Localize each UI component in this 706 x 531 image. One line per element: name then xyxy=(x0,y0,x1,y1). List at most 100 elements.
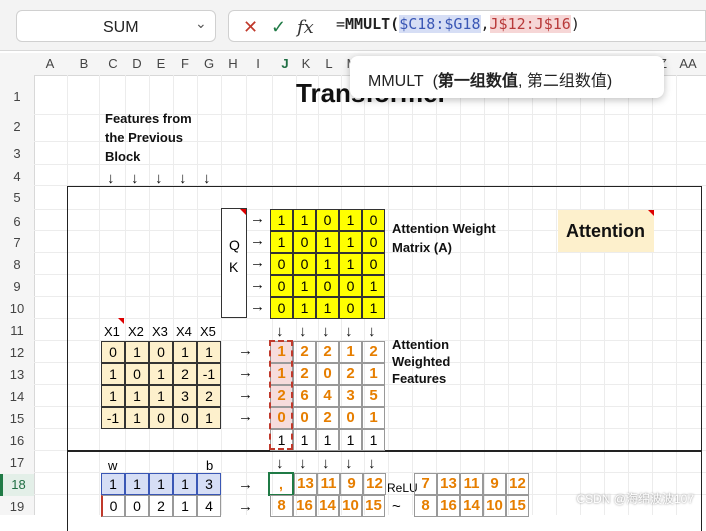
a-matrix-cell[interactable]: 0 xyxy=(270,253,293,275)
r19-left-cell[interactable]: 4 xyxy=(197,495,221,517)
a-matrix-cell[interactable]: 0 xyxy=(362,209,385,231)
ones-row-cell[interactable]: 1 xyxy=(362,429,385,451)
r19-left-cell[interactable]: 0 xyxy=(101,495,125,517)
weighted-matrix-cell[interactable]: 2 xyxy=(316,407,339,429)
a-matrix-cell[interactable]: 0 xyxy=(316,275,339,297)
relu-r18-cell[interactable]: 11 xyxy=(460,473,483,495)
x-matrix-cell[interactable]: 1 xyxy=(101,363,125,385)
a-matrix-cell[interactable]: 0 xyxy=(316,209,339,231)
r18-value-cell[interactable]: 9 xyxy=(340,473,363,495)
weighted-matrix-cell[interactable]: 1 xyxy=(362,363,385,385)
x-matrix-cell[interactable]: 1 xyxy=(197,407,221,429)
a-matrix-cell[interactable]: 0 xyxy=(362,231,385,253)
x-matrix-cell[interactable]: 0 xyxy=(101,341,125,363)
r19-mid-cell[interactable]: 8 xyxy=(270,495,293,517)
weighted-matrix-cell[interactable]: 2 xyxy=(362,341,385,363)
down-arrow: ↓ xyxy=(322,323,330,340)
x-matrix-cell[interactable]: -1 xyxy=(101,407,125,429)
weighted-matrix-cell[interactable]: 0 xyxy=(339,407,362,429)
a-matrix-cell[interactable]: 1 xyxy=(293,297,316,319)
r19-right-cell[interactable]: 8 xyxy=(414,495,437,517)
a-matrix-cell[interactable]: 1 xyxy=(339,231,362,253)
a-matrix-cell[interactable]: 1 xyxy=(316,253,339,275)
r19-right-cell[interactable]: 10 xyxy=(483,495,506,517)
relu-r18-cell[interactable]: 7 xyxy=(414,473,437,495)
x-matrix-cell[interactable]: 3 xyxy=(173,385,197,407)
w-row-cell[interactable]: 1 xyxy=(101,473,125,495)
weighted-matrix-cell[interactable]: 0 xyxy=(316,363,339,385)
r19-mid-cell[interactable]: 15 xyxy=(362,495,385,517)
a-matrix-cell[interactable]: 1 xyxy=(270,231,293,253)
x-matrix-cell[interactable]: 2 xyxy=(173,363,197,385)
a-matrix-cell[interactable]: 0 xyxy=(339,275,362,297)
x-matrix-cell[interactable]: 0 xyxy=(173,407,197,429)
r19-mid-cell[interactable]: 14 xyxy=(316,495,339,517)
r19-left-cell[interactable]: 1 xyxy=(173,495,197,517)
right-arrow: → xyxy=(238,498,253,515)
w-row-cell[interactable]: 1 xyxy=(125,473,149,495)
r18-value-cell[interactable]: 13 xyxy=(294,473,317,495)
a-matrix-cell[interactable]: 0 xyxy=(293,253,316,275)
relu-r18-cell[interactable]: 13 xyxy=(437,473,460,495)
r19-right-cell[interactable]: 16 xyxy=(437,495,460,517)
r19-mid-cell[interactable]: 16 xyxy=(293,495,316,517)
x-matrix-cell[interactable]: 1 xyxy=(149,385,173,407)
weighted-matrix-cell[interactable]: 2 xyxy=(293,341,316,363)
w-row-cell[interactable]: 1 xyxy=(173,473,197,495)
features-label-line: Features from xyxy=(105,111,192,126)
x-matrix-cell[interactable]: 1 xyxy=(197,341,221,363)
a-matrix-cell[interactable]: 1 xyxy=(362,275,385,297)
a-matrix-cell[interactable]: 1 xyxy=(362,297,385,319)
a-matrix-cell[interactable]: 1 xyxy=(293,275,316,297)
w-row-cell[interactable]: 3 xyxy=(197,473,221,495)
a-matrix-cell[interactable]: 0 xyxy=(270,297,293,319)
right-arrow: → xyxy=(250,232,265,249)
weighted-matrix-cell[interactable]: 1 xyxy=(362,407,385,429)
r19-left-cell[interactable]: 2 xyxy=(149,495,173,517)
active-edit-cell[interactable]: , xyxy=(268,472,294,496)
weighted-matrix-cell[interactable]: 1 xyxy=(339,341,362,363)
weighted-matrix-cell[interactable]: 2 xyxy=(293,363,316,385)
ones-row-cell[interactable]: 1 xyxy=(316,429,339,451)
x-matrix-cell[interactable]: 0 xyxy=(149,341,173,363)
r19-left-cell[interactable]: 0 xyxy=(125,495,149,517)
a-matrix-cell[interactable]: 1 xyxy=(316,297,339,319)
x-matrix-cell[interactable]: 1 xyxy=(173,341,197,363)
weighted-matrix-cell[interactable]: 3 xyxy=(339,385,362,407)
x-matrix-cell[interactable]: -1 xyxy=(197,363,221,385)
a-matrix-cell[interactable]: 0 xyxy=(362,253,385,275)
r19-mid-cell[interactable]: 10 xyxy=(339,495,362,517)
a-matrix-cell[interactable]: 0 xyxy=(293,231,316,253)
x-matrix-cell[interactable]: 1 xyxy=(125,341,149,363)
weighted-matrix-cell[interactable]: 2 xyxy=(339,363,362,385)
ones-row-cell[interactable]: 1 xyxy=(339,429,362,451)
w-row-cell[interactable]: 1 xyxy=(149,473,173,495)
a-matrix-cell[interactable]: 0 xyxy=(270,275,293,297)
x-matrix-cell[interactable]: 2 xyxy=(197,385,221,407)
a-matrix-cell[interactable]: 1 xyxy=(339,253,362,275)
r19-right-cell[interactable]: 15 xyxy=(506,495,529,517)
ones-row-cell[interactable]: 1 xyxy=(293,429,316,451)
relu-r18-cell[interactable]: 9 xyxy=(483,473,506,495)
a-matrix-cell[interactable]: 1 xyxy=(339,209,362,231)
x-matrix-cell[interactable]: 0 xyxy=(149,407,173,429)
weighted-matrix-cell[interactable]: 2 xyxy=(316,341,339,363)
x-matrix-cell[interactable]: 0 xyxy=(125,363,149,385)
features-label-line: the Previous xyxy=(105,130,184,145)
weighted-matrix-cell[interactable]: 4 xyxy=(316,385,339,407)
x-matrix-cell[interactable]: 1 xyxy=(125,385,149,407)
x-matrix-cell[interactable]: 1 xyxy=(149,363,173,385)
a-matrix-cell[interactable]: 0 xyxy=(339,297,362,319)
x-matrix-cell[interactable]: 1 xyxy=(125,407,149,429)
a-matrix-cell[interactable]: 1 xyxy=(316,231,339,253)
a-matrix-cell[interactable]: 1 xyxy=(270,209,293,231)
relu-r18-cell[interactable]: 12 xyxy=(506,473,529,495)
weighted-matrix-cell[interactable]: 5 xyxy=(362,385,385,407)
weighted-matrix-cell[interactable]: 6 xyxy=(293,385,316,407)
weighted-matrix-cell[interactable]: 0 xyxy=(293,407,316,429)
r18-value-cell[interactable]: 12 xyxy=(363,473,386,495)
x-matrix-cell[interactable]: 1 xyxy=(101,385,125,407)
r19-right-cell[interactable]: 14 xyxy=(460,495,483,517)
a-matrix-cell[interactable]: 1 xyxy=(293,209,316,231)
r18-value-cell[interactable]: 11 xyxy=(317,473,340,495)
